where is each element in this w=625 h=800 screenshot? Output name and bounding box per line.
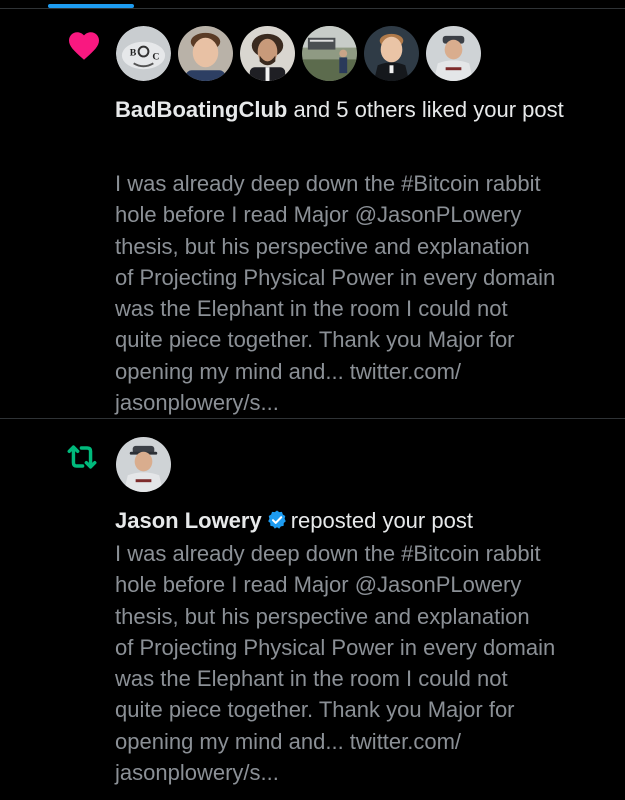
heart-icon bbox=[66, 28, 102, 64]
avatar-user-6[interactable] bbox=[426, 26, 481, 81]
notification-like[interactable]: B C BadBoatingClub and 5 others liked yo… bbox=[0, 10, 625, 418]
avatar-jason-lowery[interactable] bbox=[116, 437, 171, 492]
notification-headline: BadBoatingClub and 5 others liked your p… bbox=[115, 94, 585, 125]
repost-icon bbox=[64, 439, 100, 475]
avatar-user-2[interactable] bbox=[178, 26, 233, 81]
actor-name[interactable]: BadBoatingClub bbox=[115, 97, 287, 122]
post-preview[interactable]: I was already deep down the #Bitcoin rab… bbox=[115, 538, 595, 788]
actor-name[interactable]: Jason Lowery bbox=[115, 508, 262, 533]
avatar-user-5[interactable] bbox=[364, 26, 419, 81]
avatar-user-3[interactable] bbox=[240, 26, 295, 81]
notification-action: reposted your post bbox=[290, 508, 473, 533]
verified-badge-icon bbox=[266, 508, 288, 530]
notification-headline: Jason Lowery reposted your post bbox=[115, 505, 585, 536]
notification-action: and 5 others liked your post bbox=[287, 97, 564, 122]
avatar-user-4[interactable] bbox=[302, 26, 357, 81]
svg-text:B: B bbox=[130, 47, 137, 58]
liker-avatars: B C bbox=[116, 26, 481, 82]
post-preview[interactable]: I was already deep down the #Bitcoin rab… bbox=[115, 168, 595, 418]
tab-divider bbox=[0, 8, 625, 9]
avatar-badboatingclub[interactable]: B C bbox=[116, 26, 171, 81]
reposter-avatars bbox=[116, 437, 171, 493]
svg-text:C: C bbox=[152, 51, 159, 62]
notification-repost[interactable]: Jason Lowery reposted your post I was alr… bbox=[0, 419, 625, 800]
